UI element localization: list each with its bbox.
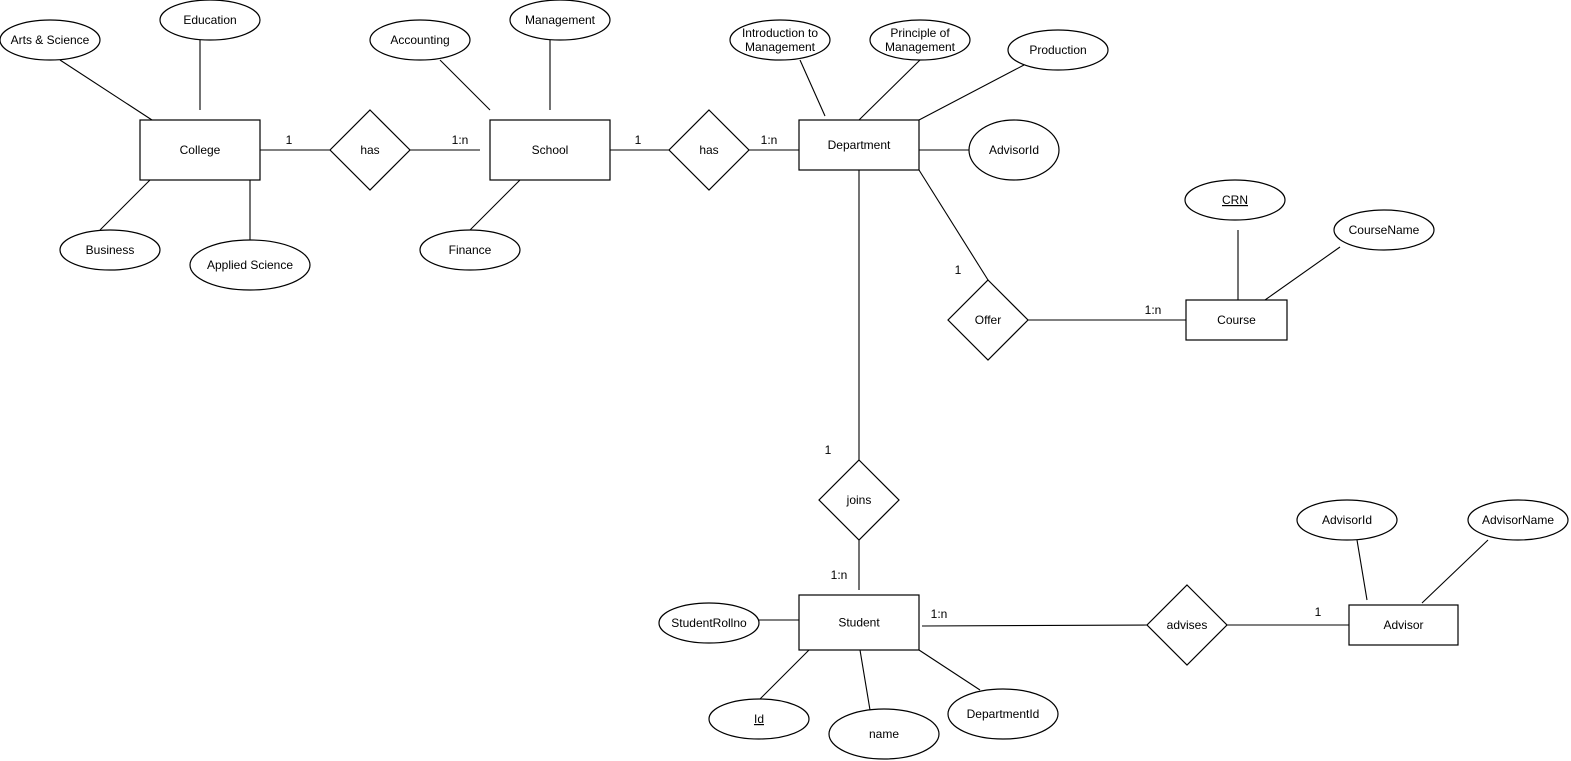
attribute-label: Business xyxy=(86,243,135,257)
relationship-label: Offer xyxy=(975,313,1001,327)
attribute-connector-a_intro xyxy=(799,59,826,117)
relationship-has1[interactable]: has xyxy=(329,109,411,191)
attribute-a_fin[interactable]: Finance xyxy=(419,229,521,271)
attribute-connector-a_fin xyxy=(469,179,521,231)
cardinality-label: 1 xyxy=(635,133,642,147)
attribute-label: Accounting xyxy=(390,33,449,47)
cardinality-label: 1:n xyxy=(831,568,848,582)
entity-label: Course xyxy=(1217,313,1256,327)
attribute-connector-a_prod xyxy=(918,64,1025,121)
cardinality-label: 1:n xyxy=(1145,303,1162,317)
attribute-label: name xyxy=(869,727,899,741)
attribute-a_prod[interactable]: Production xyxy=(1007,29,1109,71)
attribute-label: StudentRollno xyxy=(671,616,747,630)
cardinality-label: 1:n xyxy=(931,607,948,621)
attribute-connector-a_cname xyxy=(1264,246,1341,301)
relationship-label: advises xyxy=(1167,618,1208,632)
attribute-connector-a_acct xyxy=(439,59,491,111)
relationship-connector-department-offer xyxy=(918,169,989,281)
entity-advisor[interactable]: Advisor xyxy=(1348,604,1459,646)
attribute-a_intro[interactable]: Introduction to Management xyxy=(729,19,831,61)
attribute-label: Education xyxy=(183,13,236,27)
attribute-a_advname[interactable]: AdvisorName xyxy=(1467,499,1569,541)
attribute-label: AdvisorName xyxy=(1482,513,1554,527)
attribute-a_acct[interactable]: Accounting xyxy=(369,19,471,61)
attribute-connector-a_id xyxy=(759,649,810,700)
cardinality-label: 1 xyxy=(286,133,293,147)
entity-course[interactable]: Course xyxy=(1185,299,1288,341)
attribute-a_appsci[interactable]: Applied Science xyxy=(189,239,311,291)
entity-label: Department xyxy=(828,138,891,152)
entity-label: College xyxy=(180,143,221,157)
cardinality-label: 1 xyxy=(1315,605,1322,619)
attribute-label: DepartmentId xyxy=(967,707,1040,721)
cardinality-label: 1 xyxy=(825,443,832,457)
entity-label: Student xyxy=(838,616,880,630)
relationship-label: has xyxy=(699,143,718,157)
attribute-label: Introduction to Management xyxy=(742,26,818,54)
attribute-connector-a_bus xyxy=(99,179,151,231)
relationship-label: has xyxy=(360,143,379,157)
cardinality-label: 1 xyxy=(955,263,962,277)
attribute-a_mgmt[interactable]: Management xyxy=(509,0,611,41)
attribute-connector-a_deptid xyxy=(918,649,981,691)
er-diagram-canvas: 1 1:n 1 1:n 1 1:n 1 1:n 1:n 1 College School Departm… xyxy=(0,0,1569,760)
attribute-a_cname[interactable]: CourseName xyxy=(1333,209,1435,251)
attribute-label: Applied Science xyxy=(207,258,293,272)
attribute-a_crn[interactable]: CRN xyxy=(1184,179,1286,221)
attribute-a_edu[interactable]: Education xyxy=(159,0,261,41)
attribute-a_roll[interactable]: StudentRollno xyxy=(658,602,760,644)
attribute-a_advid[interactable]: AdvisorId xyxy=(1296,499,1398,541)
entity-college[interactable]: College xyxy=(139,119,261,181)
attribute-label: AdvisorId xyxy=(989,143,1039,157)
relationship-connector-student-advises xyxy=(921,624,1148,627)
attribute-a_bus[interactable]: Business xyxy=(59,229,161,271)
attribute-connector-a_princ xyxy=(858,59,921,121)
relationship-label: joins xyxy=(846,493,872,507)
cardinality-label: 1:n xyxy=(761,133,778,147)
attribute-label: Production xyxy=(1029,43,1086,57)
attribute-a_arts[interactable]: Arts & Science xyxy=(0,19,101,61)
attribute-connector-a_name xyxy=(859,649,871,711)
attribute-a_deptid[interactable]: DepartmentId xyxy=(947,688,1059,740)
cardinality-label: 1:n xyxy=(452,133,469,147)
attribute-label: CourseName xyxy=(1349,223,1420,237)
entity-school[interactable]: School xyxy=(489,119,611,181)
entity-label: Advisor xyxy=(1383,618,1423,632)
key-attribute-label: CRN xyxy=(1222,193,1248,207)
attribute-label: Management xyxy=(525,13,596,27)
attribute-connector-a_advname xyxy=(1421,539,1489,604)
attribute-a_advid_dept[interactable]: AdvisorId xyxy=(968,119,1060,181)
attribute-label: Arts & Science xyxy=(11,33,90,47)
attribute-a_id[interactable]: Id xyxy=(708,698,810,740)
attribute-label: Principle of Management xyxy=(885,26,956,54)
relationship-offer[interactable]: Offer xyxy=(947,279,1029,361)
relationship-advises[interactable]: advises xyxy=(1146,584,1228,666)
attribute-label: AdvisorId xyxy=(1322,513,1372,527)
entity-student[interactable]: Student xyxy=(798,594,920,651)
attribute-a_name[interactable]: name xyxy=(828,708,940,760)
relationship-has2[interactable]: has xyxy=(668,109,750,191)
entity-label: School xyxy=(532,143,569,157)
relationship-joins[interactable]: joins xyxy=(818,459,900,541)
key-attribute-label: Id xyxy=(754,712,764,726)
attribute-a_princ[interactable]: Principle of Management xyxy=(869,19,971,61)
attribute-connector-a_advid xyxy=(1356,539,1368,601)
attribute-connector-a_arts xyxy=(59,59,153,121)
attribute-label: Finance xyxy=(449,243,492,257)
entity-department[interactable]: Department xyxy=(798,119,920,171)
